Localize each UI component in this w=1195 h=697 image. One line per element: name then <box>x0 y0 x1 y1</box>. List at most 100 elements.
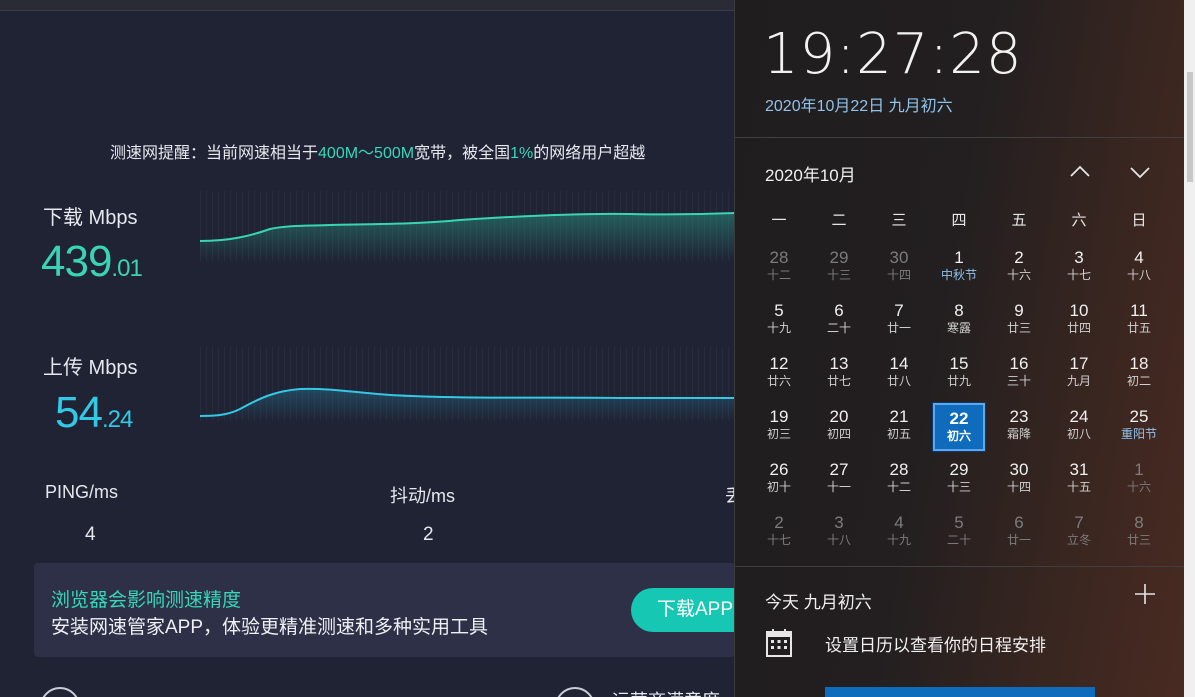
weekday-label: 六 <box>1071 212 1087 229</box>
promo-title: 浏览器会影响测速精度 <box>51 590 242 611</box>
calendar-day[interactable]: 12 廿六 <box>753 350 805 398</box>
lunar-date: 十七 <box>1066 268 1091 282</box>
calendar-day[interactable]: 2 十七 <box>753 509 805 557</box>
circle-icon[interactable] <box>555 687 595 697</box>
lunar-date: 初十 <box>766 480 791 494</box>
lunar-date: 初六 <box>946 429 971 443</box>
lunar-date: 立冬 <box>1066 533 1091 547</box>
calendar-day[interactable]: 1 十六 <box>1113 456 1165 504</box>
lunar-date: 初五 <box>886 427 911 441</box>
calendar-day[interactable]: 30 十四 <box>873 244 925 292</box>
calendar-day[interactable]: 2 十六 <box>993 244 1045 292</box>
lunar-date: 廿一 <box>886 321 911 335</box>
weekday-label: 三 <box>891 212 907 229</box>
lunar-date: 廿三 <box>1006 321 1031 335</box>
calendar-day[interactable]: 15 廿九 <box>933 350 985 398</box>
download-label: 下载 Mbps <box>43 207 138 229</box>
day-number: 22 <box>949 409 969 428</box>
lunar-date: 廿五 <box>1126 321 1151 335</box>
weekday-label: 五 <box>1011 212 1027 229</box>
chevron-down-icon[interactable] <box>1125 157 1155 187</box>
calendar-day[interactable]: 30 十四 <box>993 456 1045 504</box>
month-label[interactable]: 2020年10月 <box>765 161 856 186</box>
calendar-day[interactable]: 11 廿五 <box>1113 297 1165 345</box>
day-number: 25 <box>1129 407 1149 426</box>
lunar-date: 十九 <box>766 321 791 335</box>
calendar-day[interactable]: 4 十九 <box>873 509 925 557</box>
full-date-link[interactable]: 2020年10月22日 九月初六 <box>765 92 953 116</box>
calendar-day[interactable]: 20 初四 <box>813 403 865 451</box>
calendar-day[interactable]: 31 十五 <box>1053 456 1105 504</box>
calendar-day[interactable]: 10 廿四 <box>1053 297 1105 345</box>
lunar-date: 二十 <box>946 533 971 547</box>
calendar-day[interactable]: 6 二十 <box>813 297 865 345</box>
calendar-day[interactable]: 25 重阳节 <box>1113 403 1165 451</box>
day-number: 14 <box>889 354 909 373</box>
calendar-day[interactable]: 1 中秋节 <box>933 244 985 292</box>
calendar-day[interactable]: 23 霜降 <box>993 403 1045 451</box>
calendar-day[interactable]: 19 初三 <box>753 403 805 451</box>
lunar-date: 中秋节 <box>940 268 977 282</box>
calendar-day[interactable]: 8 廿三 <box>1113 509 1165 557</box>
day-number: 13 <box>829 354 849 373</box>
calendar-day[interactable]: 16 三十 <box>993 350 1045 398</box>
download-app-button[interactable]: 下载APP <box>631 588 735 632</box>
day-number: 18 <box>1129 354 1149 373</box>
scrollbar-thumb[interactable] <box>1187 72 1193 182</box>
calendar-day[interactable]: 18 初二 <box>1113 350 1165 398</box>
lunar-date: 初四 <box>826 427 851 441</box>
calendar-day[interactable]: 29 十三 <box>813 244 865 292</box>
promo-text: 安装网速管家APP，体验更精准测速和多种实用工具 <box>51 617 489 638</box>
lunar-date: 十八 <box>826 533 851 547</box>
lunar-date: 初八 <box>1066 427 1091 441</box>
calendar-day[interactable]: 29 十三 <box>933 456 985 504</box>
calendar-day[interactable]: 17 九月 <box>1053 350 1105 398</box>
calendar-day[interactable]: 8 寒露 <box>933 297 985 345</box>
calendar-day[interactable]: 21 初五 <box>873 403 925 451</box>
circle-icon[interactable] <box>40 687 80 697</box>
day-number: 28 <box>769 248 789 267</box>
day-number: 26 <box>769 460 789 479</box>
calendar-day[interactable]: 7 廿一 <box>873 297 925 345</box>
lunar-date: 九月 <box>1066 374 1091 388</box>
day-number: 27 <box>829 460 849 479</box>
agenda-title: 今天 九月初六 <box>765 593 872 612</box>
calendar-day[interactable]: 24 初八 <box>1053 403 1105 451</box>
download-value: 439.01 <box>41 237 143 286</box>
lunar-date: 廿一 <box>1006 533 1031 547</box>
calendar-day[interactable]: 5 十九 <box>753 297 805 345</box>
day-number: 10 <box>1069 301 1089 320</box>
calendar-day[interactable]: 5 二十 <box>933 509 985 557</box>
scrollbar[interactable] <box>1184 0 1195 697</box>
calendar-day[interactable]: 13 廿七 <box>813 350 865 398</box>
speedtest-panel: 测速网提醒：当前网速相当于400M～500M宽带，被全国1%的网络用户超越 下载… <box>0 11 735 697</box>
calendar-day[interactable]: 27 十一 <box>813 456 865 504</box>
clock-time: 19:27:28 <box>763 22 1023 87</box>
calendar-day-today[interactable]: 22 初六 <box>933 403 985 451</box>
calendar-flyout: 19:27:28 2020年10月22日 九月初六 2020年10月 一 二 三 四 五… <box>734 0 1195 697</box>
calendar-day[interactable]: 26 初十 <box>753 456 805 504</box>
calendar-day[interactable]: 3 十七 <box>1053 244 1105 292</box>
get-started-button[interactable] <box>825 687 1095 697</box>
chevron-up-icon[interactable] <box>1065 157 1095 187</box>
calendar-day[interactable]: 6 廿一 <box>993 509 1045 557</box>
speed-tip: 测速网提醒：当前网速相当于400M～500M宽带，被全国1%的网络用户超越 <box>110 145 646 162</box>
day-number: 8 <box>1134 513 1144 532</box>
day-number: 4 <box>894 513 904 532</box>
upload-value: 54.24 <box>55 388 133 437</box>
plus-icon[interactable] <box>1133 582 1157 606</box>
calendar-day[interactable]: 28 十二 <box>873 456 925 504</box>
calendar-day[interactable]: 3 十八 <box>813 509 865 557</box>
lunar-date: 二十 <box>826 321 851 335</box>
lunar-date: 十六 <box>1006 268 1031 282</box>
day-number: 5 <box>774 301 784 320</box>
calendar-day[interactable]: 4 十八 <box>1113 244 1165 292</box>
lunar-date: 十六 <box>1126 480 1151 494</box>
lunar-date: 三十 <box>1006 374 1031 388</box>
calendar-day[interactable]: 14 廿八 <box>873 350 925 398</box>
lunar-date: 十五 <box>1066 480 1091 494</box>
day-number: 28 <box>889 460 909 479</box>
calendar-day[interactable]: 28 十二 <box>753 244 805 292</box>
calendar-day[interactable]: 9 廿三 <box>993 297 1045 345</box>
calendar-day[interactable]: 7 立冬 <box>1053 509 1105 557</box>
